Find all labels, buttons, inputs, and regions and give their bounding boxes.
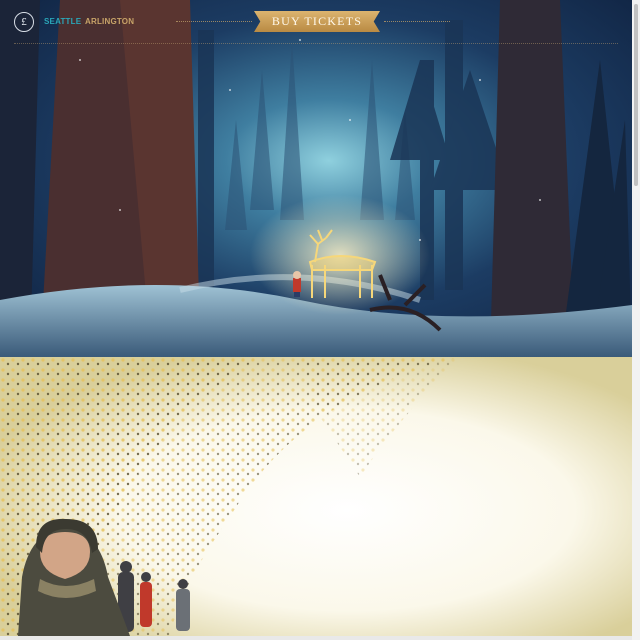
hero-banner: £ SEATTLE ARLINGTON BUY TICKETS [0, 0, 632, 357]
nav-link-arlington[interactable]: ARLINGTON [85, 17, 134, 26]
top-navigation: £ SEATTLE ARLINGTON BUY TICKETS [0, 0, 632, 44]
nav-divider-right [384, 21, 450, 22]
nav-link-seattle[interactable]: SEATTLE [44, 17, 81, 26]
scrollbar-thumb[interactable] [634, 4, 638, 186]
logo-icon[interactable]: £ [14, 12, 34, 32]
nav-underline [14, 43, 618, 44]
child-figure [293, 271, 301, 297]
nav-divider-left [176, 21, 252, 22]
page-bottom-edge [0, 636, 632, 640]
buy-tickets-button[interactable]: BUY TICKETS [254, 11, 380, 32]
tunnel-scene [0, 357, 632, 636]
forest-scene [0, 0, 632, 357]
light-tunnel-banner [0, 357, 632, 636]
